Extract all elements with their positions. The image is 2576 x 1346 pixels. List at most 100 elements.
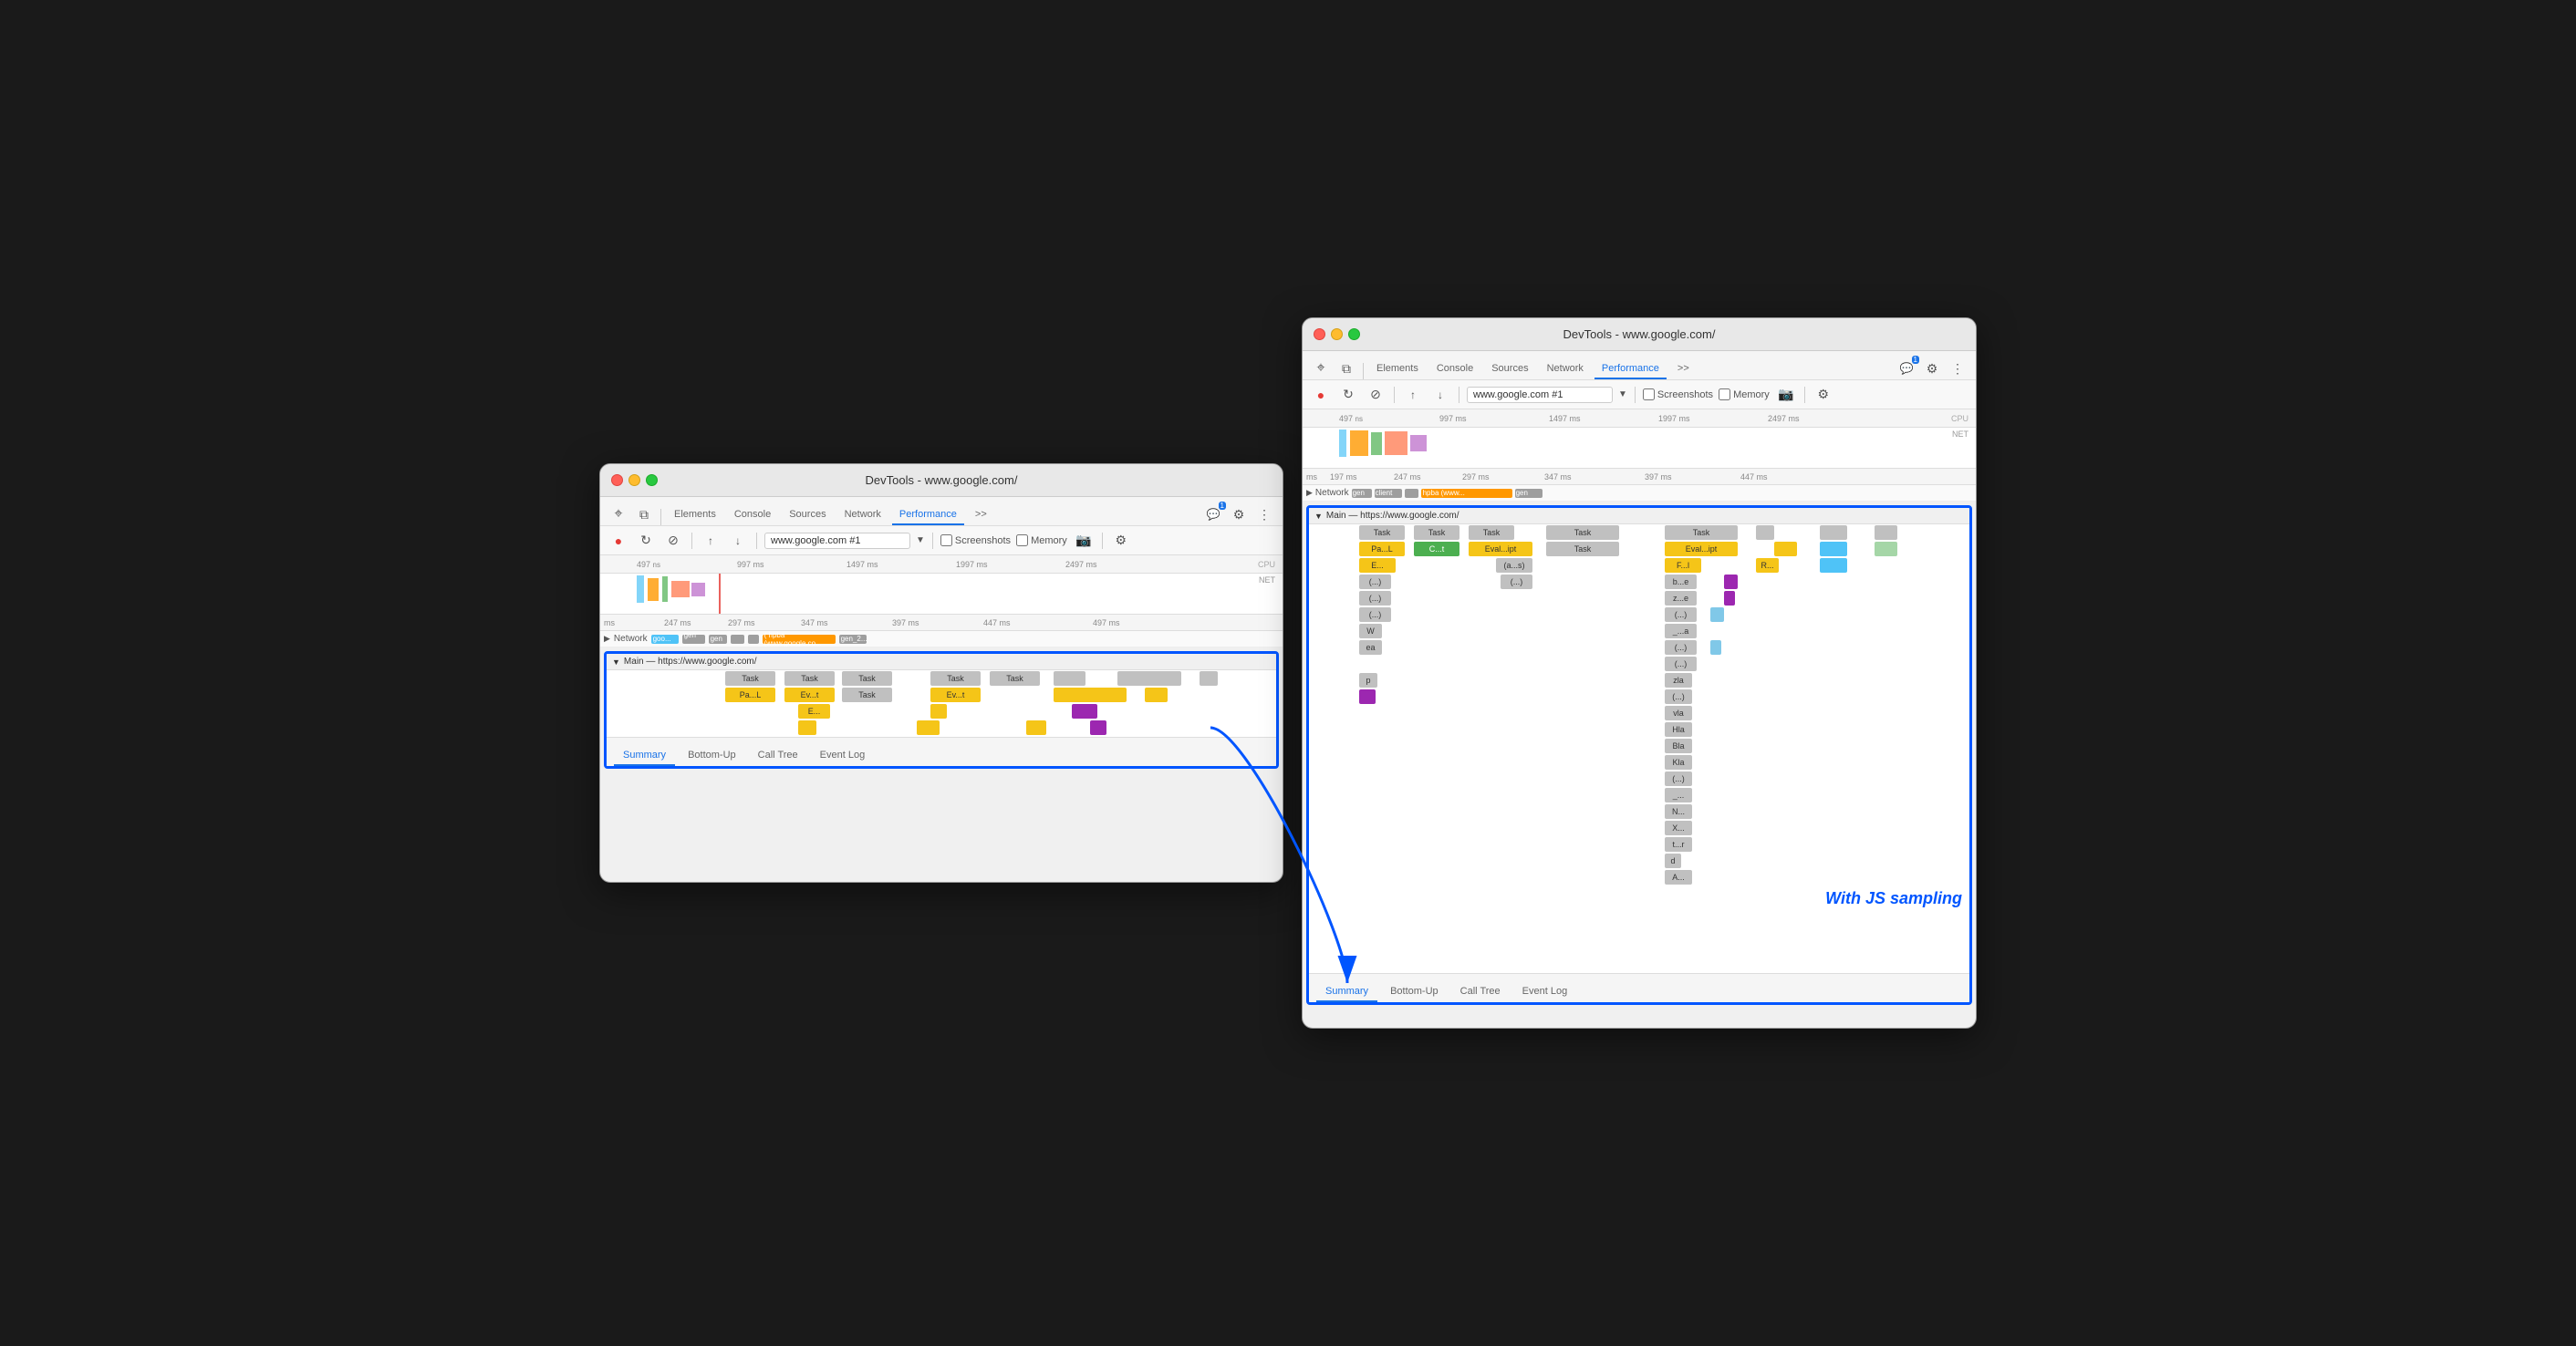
right-r8-2[interactable]: (...): [1665, 640, 1697, 655]
right-more-icon[interactable]: ⋮: [1947, 357, 1968, 379]
left-tab-console[interactable]: Console: [727, 505, 778, 525]
right-close-button[interactable]: [1314, 328, 1325, 340]
left-record-btn[interactable]: ●: [608, 530, 629, 552]
left-task-7[interactable]: [1117, 671, 1181, 686]
left-tab-network[interactable]: Network: [837, 505, 888, 525]
right-green-1[interactable]: [1875, 542, 1897, 556]
right-record-btn[interactable]: ●: [1310, 384, 1332, 406]
left-settings-icon[interactable]: ⚙: [1228, 503, 1250, 525]
right-screenshots-checkbox[interactable]: [1643, 388, 1655, 400]
left-screenshots-checkbox[interactable]: [940, 534, 952, 546]
right-task-2[interactable]: Task: [1414, 525, 1459, 540]
right-prp-1[interactable]: [1724, 575, 1738, 589]
right-p2[interactable]: (...): [1501, 575, 1532, 589]
left-y1[interactable]: [798, 720, 816, 735]
left-download-btn[interactable]: ↓: [727, 530, 749, 552]
left-tab-event-log[interactable]: Event Log: [811, 746, 875, 766]
right-tab-network[interactable]: Network: [1540, 359, 1591, 379]
left-cursor-icon[interactable]: ⌖: [608, 503, 629, 525]
right-a-s[interactable]: (a...s): [1496, 558, 1532, 573]
right-r6-1[interactable]: (...): [1359, 607, 1391, 622]
right-tab-performance[interactable]: Performance: [1594, 359, 1667, 379]
right-memory-checkbox[interactable]: [1719, 388, 1730, 400]
left-refresh-btn[interactable]: ↻: [635, 530, 657, 552]
right-refresh-btn[interactable]: ↻: [1337, 384, 1359, 406]
left-url-dropdown[interactable]: ▼: [916, 535, 925, 545]
left-close-button[interactable]: [611, 474, 623, 486]
right-W[interactable]: W: [1359, 624, 1382, 638]
right-prp-2[interactable]: [1724, 591, 1735, 606]
right-ev-sm[interactable]: [1774, 542, 1797, 556]
left-ev-t-1[interactable]: Ev...t: [784, 688, 835, 702]
right-d[interactable]: d: [1665, 854, 1681, 868]
left-tab-elements[interactable]: Elements: [667, 505, 723, 525]
right-p-cell[interactable]: p: [1359, 673, 1377, 688]
left-maximize-button[interactable]: [646, 474, 658, 486]
left-more-icon[interactable]: ⋮: [1253, 503, 1275, 525]
left-purple-1[interactable]: [1072, 704, 1097, 719]
left-p2[interactable]: [1090, 720, 1106, 735]
right-url-input[interactable]: [1467, 387, 1613, 403]
left-layers-icon[interactable]: ⧉: [633, 503, 655, 525]
right-x[interactable]: X...: [1665, 821, 1692, 835]
right-download-btn[interactable]: ↓: [1429, 384, 1451, 406]
right-clear-btn[interactable]: ⊘: [1365, 384, 1387, 406]
right-bla[interactable]: Bla: [1665, 739, 1692, 753]
right-r16[interactable]: (...): [1665, 771, 1692, 786]
right-r11-2[interactable]: (...): [1665, 689, 1692, 704]
right-kla[interactable]: Kla: [1665, 755, 1692, 770]
right-task-5[interactable]: Task: [1665, 525, 1738, 540]
left-tab-more[interactable]: >>: [968, 505, 994, 525]
left-e[interactable]: E...: [798, 704, 830, 719]
left-ev-block2[interactable]: [1145, 688, 1168, 702]
left-tab-call-tree[interactable]: Call Tree: [749, 746, 807, 766]
right-e[interactable]: E...: [1359, 558, 1396, 573]
right-tab-elements[interactable]: Elements: [1369, 359, 1426, 379]
right-c-t[interactable]: C...t: [1414, 542, 1459, 556]
right-layers-icon[interactable]: ⧉: [1335, 357, 1357, 379]
left-task-1[interactable]: Task: [725, 671, 775, 686]
right-chat-icon[interactable]: 💬1: [1896, 357, 1917, 379]
left-upload-btn[interactable]: ↑: [700, 530, 722, 552]
left-settings-btn2[interactable]: ⚙: [1110, 530, 1132, 552]
left-capture-btn[interactable]: 📷: [1073, 530, 1095, 552]
right-r5-1[interactable]: (...): [1359, 591, 1391, 606]
right-r[interactable]: R...: [1756, 558, 1779, 573]
right-tab-call-tree[interactable]: Call Tree: [1451, 982, 1510, 1002]
left-task-6[interactable]: [1054, 671, 1085, 686]
right-r6-2[interactable]: (...): [1665, 607, 1697, 622]
left-ev-t-2[interactable]: Ev...t: [930, 688, 981, 702]
right-zla[interactable]: zla: [1665, 673, 1692, 688]
right-task-6[interactable]: [1756, 525, 1774, 540]
right-tr[interactable]: t...r: [1665, 837, 1692, 852]
right-capture-btn[interactable]: 📷: [1775, 384, 1797, 406]
right-ea[interactable]: ea: [1359, 640, 1382, 655]
right-ltbl-1[interactable]: [1710, 607, 1724, 622]
left-y2[interactable]: [917, 720, 940, 735]
right-p1[interactable]: (...): [1359, 575, 1391, 589]
left-tab-sources[interactable]: Sources: [782, 505, 833, 525]
right-task-8[interactable]: [1875, 525, 1897, 540]
left-memory-checkbox[interactable]: [1016, 534, 1028, 546]
right-be[interactable]: b...e: [1665, 575, 1697, 589]
right-tab-bottom-up[interactable]: Bottom-Up: [1381, 982, 1448, 1002]
right-bl-2[interactable]: [1820, 558, 1847, 573]
left-task-row2[interactable]: Task: [842, 688, 892, 702]
left-tab-bottom-up[interactable]: Bottom-Up: [679, 746, 745, 766]
left-clear-btn[interactable]: ⊘: [662, 530, 684, 552]
right-tab-sources[interactable]: Sources: [1484, 359, 1535, 379]
right-hla[interactable]: Hla: [1665, 722, 1692, 737]
right-task-row2[interactable]: Task: [1546, 542, 1619, 556]
right-ua[interactable]: _...a: [1665, 624, 1697, 638]
right-cursor-icon[interactable]: ⌖: [1310, 357, 1332, 379]
left-task-5[interactable]: Task: [990, 671, 1040, 686]
right-pa-l[interactable]: Pa...L: [1359, 542, 1405, 556]
left-task-8[interactable]: [1200, 671, 1218, 686]
right-task-1[interactable]: Task: [1359, 525, 1405, 540]
left-tab-summary[interactable]: Summary: [614, 746, 675, 766]
left-url-input[interactable]: [764, 533, 910, 549]
right-blue-1[interactable]: [1820, 542, 1847, 556]
right-url-dropdown[interactable]: ▼: [1618, 389, 1627, 399]
right-r9[interactable]: (...): [1665, 657, 1697, 671]
right-task-4[interactable]: Task: [1546, 525, 1619, 540]
